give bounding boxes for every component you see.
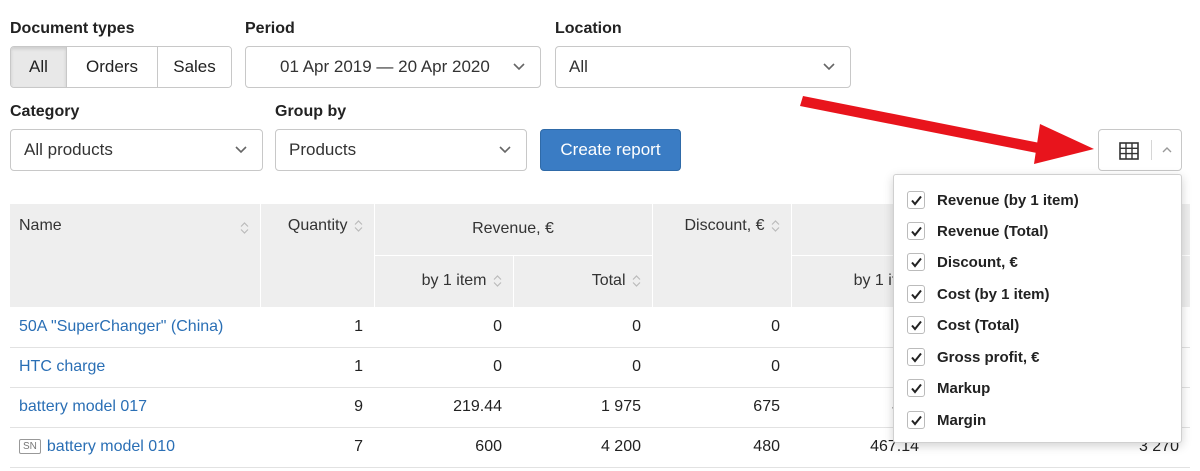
checkbox[interactable] bbox=[907, 253, 925, 271]
checkmark-icon bbox=[911, 289, 922, 300]
checkmark-icon bbox=[911, 320, 922, 331]
revenue-total-cell: 4 200 bbox=[513, 427, 652, 468]
sort-icon bbox=[771, 219, 779, 232]
revenue-item-cell: 0 bbox=[374, 347, 513, 388]
checkbox[interactable] bbox=[907, 191, 925, 209]
column-visibility-menu: Revenue (by 1 item) Revenue (Total) Disc… bbox=[893, 174, 1182, 443]
column-header-revenue-total[interactable]: Total bbox=[513, 254, 653, 307]
revenue-total-cell: 0 bbox=[513, 307, 652, 348]
column-option-revenue-by-item[interactable]: Revenue (by 1 item) bbox=[907, 188, 1079, 212]
discount-cell: 0 bbox=[652, 307, 791, 348]
column-header-revenue: Revenue, € bbox=[374, 204, 653, 255]
revenue-item-cell: 0 bbox=[374, 307, 513, 348]
column-header-quantity[interactable]: Quantity bbox=[260, 204, 375, 307]
checkbox[interactable] bbox=[907, 222, 925, 240]
revenue-total-cell: 0 bbox=[513, 347, 652, 388]
checkbox[interactable] bbox=[907, 348, 925, 366]
product-link[interactable]: 50A "SuperChanger" (China) bbox=[10, 307, 260, 348]
checkmark-icon bbox=[911, 257, 922, 268]
quantity-cell: 9 bbox=[260, 387, 374, 428]
discount-cell: 675 bbox=[652, 387, 791, 428]
column-option-cost-total[interactable]: Cost (Total) bbox=[907, 313, 1019, 337]
column-header-revenue-by-item[interactable]: by 1 item bbox=[374, 254, 514, 307]
sort-icon bbox=[354, 219, 362, 232]
sort-icon bbox=[493, 275, 501, 287]
quantity-cell: 7 bbox=[260, 427, 374, 468]
checkmark-icon bbox=[911, 415, 922, 426]
column-option-discount[interactable]: Discount, € bbox=[907, 250, 1018, 274]
product-link[interactable]: HTC charge bbox=[10, 347, 260, 388]
column-option-margin[interactable]: Margin bbox=[907, 408, 986, 432]
quantity-cell: 1 bbox=[260, 307, 374, 348]
checkmark-icon bbox=[911, 226, 922, 237]
discount-cell: 0 bbox=[652, 347, 791, 388]
serial-number-badge: SN bbox=[19, 439, 41, 454]
checkmark-icon bbox=[911, 352, 922, 363]
column-option-gross-profit[interactable]: Gross profit, € bbox=[907, 345, 1040, 369]
product-link[interactable]: battery model 017 bbox=[10, 387, 260, 428]
checkmark-icon bbox=[911, 195, 922, 206]
checkmark-icon bbox=[911, 383, 922, 394]
column-option-cost-by-item[interactable]: Cost (by 1 item) bbox=[907, 282, 1050, 306]
discount-cell: 480 bbox=[652, 427, 791, 468]
revenue-item-cell: 600 bbox=[374, 427, 513, 468]
quantity-cell: 1 bbox=[260, 347, 374, 388]
sort-icon bbox=[240, 222, 248, 234]
sort-icon bbox=[632, 275, 640, 287]
checkbox[interactable] bbox=[907, 411, 925, 429]
column-option-revenue-total[interactable]: Revenue (Total) bbox=[907, 219, 1048, 243]
checkbox[interactable] bbox=[907, 285, 925, 303]
product-cell: SN battery model 010 bbox=[10, 427, 260, 468]
checkbox[interactable] bbox=[907, 379, 925, 397]
checkbox[interactable] bbox=[907, 316, 925, 334]
revenue-total-cell: 1 975 bbox=[513, 387, 652, 428]
product-link[interactable]: battery model 010 bbox=[47, 438, 175, 455]
column-option-markup[interactable]: Markup bbox=[907, 376, 990, 400]
revenue-item-cell: 219.44 bbox=[374, 387, 513, 428]
column-header-name[interactable]: Name bbox=[10, 204, 261, 307]
column-header-discount[interactable]: Discount, € bbox=[652, 204, 792, 307]
